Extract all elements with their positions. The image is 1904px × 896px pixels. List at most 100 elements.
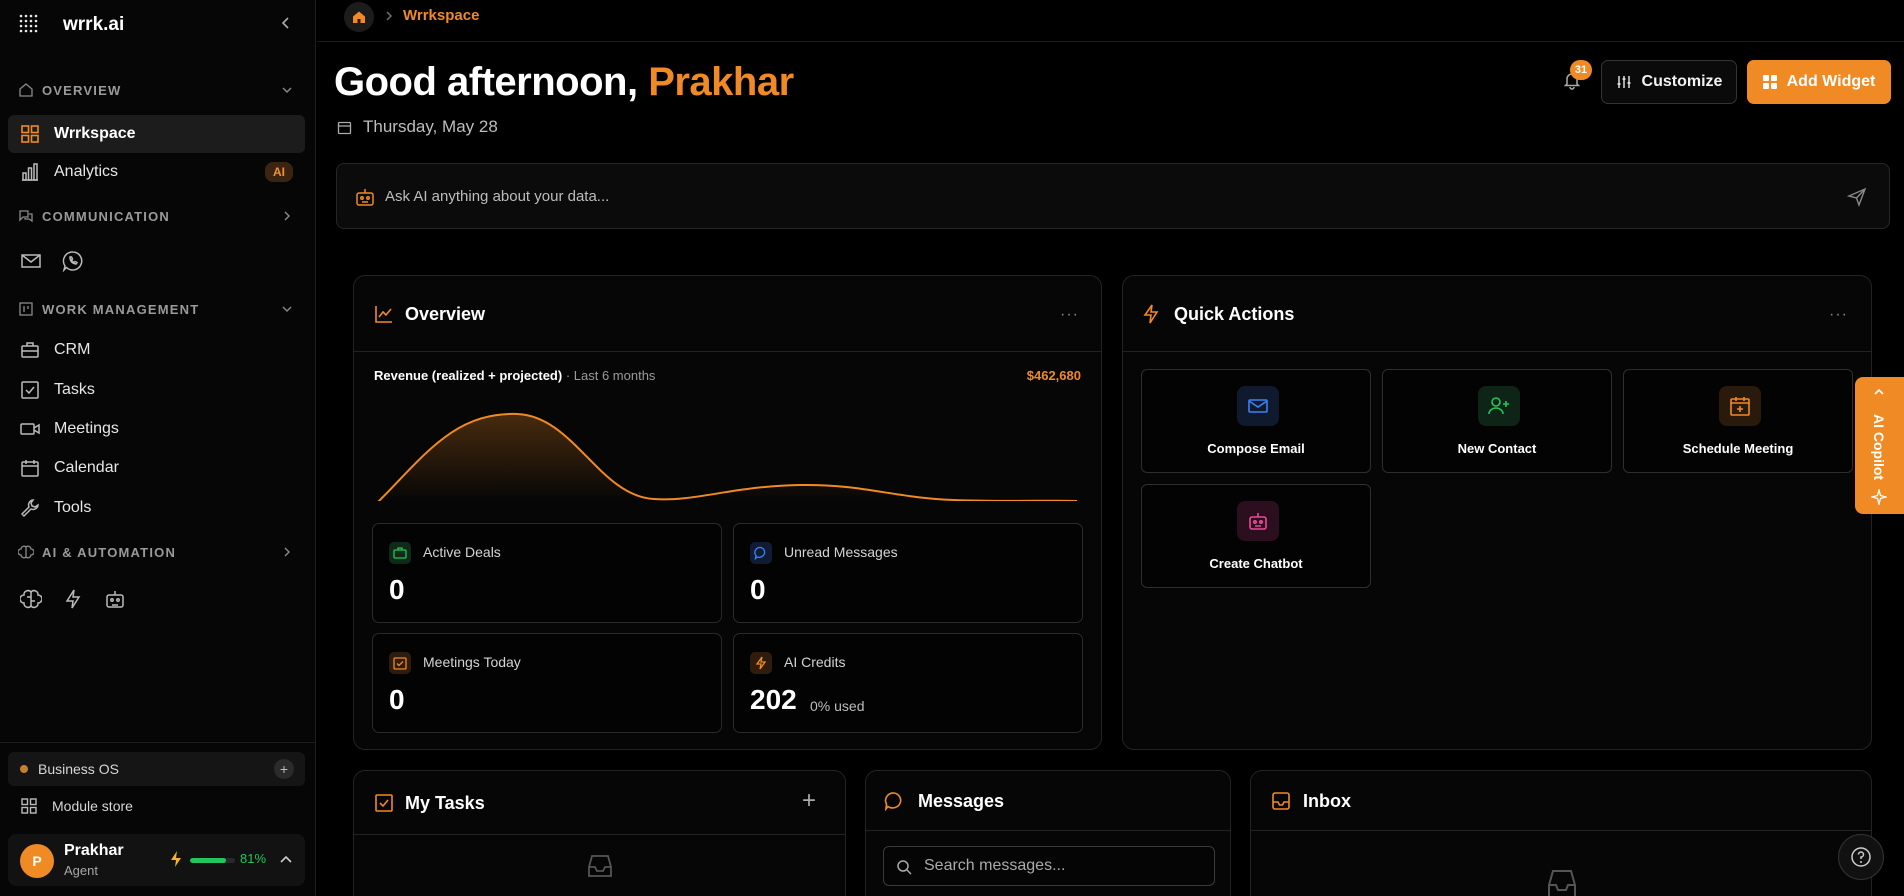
quick-action-label: New Contact (1457, 441, 1537, 456)
bolt-icon (1143, 304, 1159, 324)
module-store-link[interactable]: Module store (20, 796, 133, 816)
business-os-label: Business OS (38, 761, 119, 777)
ai-badge: AI (265, 162, 293, 182)
bolt-icon[interactable] (62, 588, 84, 610)
message-icon (884, 792, 902, 811)
quick-action-compose-email[interactable]: Compose Email (1141, 369, 1371, 473)
sidebar-item-calendar[interactable]: Calendar (8, 449, 305, 487)
section-communication[interactable]: COMMUNICATION (18, 206, 298, 226)
chevron-up-icon[interactable] (278, 852, 294, 868)
sidebar-item-label: Meetings (54, 420, 119, 437)
robot-icon[interactable] (104, 588, 126, 610)
section-work-management-label: WORK MANAGEMENT (42, 301, 200, 317)
overview-card: Overview ··· Revenue (realized + project… (353, 275, 1102, 750)
home-icon (353, 11, 365, 23)
inbox-card: Inbox (1250, 770, 1872, 896)
revenue-area (378, 413, 1077, 501)
sidebar-item-tools[interactable]: Tools (8, 489, 305, 527)
quick-actions-more-button[interactable]: ··· (1829, 306, 1848, 324)
collapse-sidebar-icon[interactable] (278, 15, 294, 31)
inbox-empty-icon (588, 855, 612, 877)
business-os-dot (20, 765, 28, 773)
revenue-sparkline (377, 412, 1078, 501)
stat-value: 0 (389, 574, 405, 605)
mail-icon[interactable] (20, 250, 42, 272)
send-icon[interactable] (1847, 187, 1867, 207)
ai-copilot-label: AI Copilot (1871, 413, 1887, 481)
stat-label: Meetings Today (423, 654, 521, 670)
revenue-total: $462,680 (1026, 368, 1081, 383)
overview-title: Overview (405, 304, 486, 324)
messages-title: Messages (918, 791, 1005, 811)
energy-percent: 81% (240, 851, 267, 866)
sidebar: wrrk.ai OVERVIEW Wrrkspace Analytics AI … (0, 0, 316, 896)
sidebar-item-crm[interactable]: CRM (8, 331, 305, 369)
brain-icon[interactable] (20, 588, 42, 610)
stat-active-deals[interactable]: Active Deals 0 (372, 523, 722, 623)
grid-icon (1762, 75, 1777, 89)
breadcrumb-home-button[interactable] (344, 2, 374, 32)
chevron-down-icon (282, 306, 292, 312)
customize-button[interactable]: Customize (1601, 60, 1737, 104)
add-business-os-button[interactable]: + (274, 759, 294, 779)
quick-action-create-chatbot[interactable]: Create Chatbot (1141, 484, 1371, 588)
sidebar-item-tasks[interactable]: Tasks (8, 371, 305, 409)
video-icon (20, 423, 40, 435)
line-chart-icon (375, 306, 392, 323)
add-widget-button[interactable]: Add Widget (1747, 60, 1891, 104)
quick-action-label: Compose Email (1207, 441, 1305, 456)
greeting-name: Prakhar (648, 60, 794, 104)
stat-ai-credits[interactable]: AI Credits 202 0% used (733, 633, 1083, 733)
inbox-title: Inbox (1303, 791, 1351, 811)
stat-unread-messages[interactable]: Unread Messages 0 (733, 523, 1083, 623)
revenue-period: · Last 6 months (565, 368, 656, 383)
sparkle-icon (1871, 489, 1887, 505)
user-menu[interactable]: P Prakhar Agent 81% (8, 834, 305, 886)
stat-meetings-today[interactable]: Meetings Today 0 (372, 633, 722, 733)
user-name: Prakhar (64, 842, 124, 859)
quick-action-schedule-meeting[interactable]: Schedule Meeting (1623, 369, 1853, 473)
quick-action-new-contact[interactable]: New Contact (1382, 369, 1612, 473)
whatsapp-icon[interactable] (62, 250, 84, 272)
section-work-management[interactable]: WORK MANAGEMENT (18, 299, 298, 319)
ask-ai-input[interactable]: Ask AI anything about your data... (336, 163, 1890, 229)
mail-icon (1237, 386, 1279, 426)
briefcase-icon (389, 542, 411, 564)
breadcrumb: Wrrkspace (317, 0, 1904, 42)
stat-label: Active Deals (423, 544, 501, 560)
quick-actions-title: Quick Actions (1174, 304, 1295, 324)
messages-header: Messages (866, 771, 1230, 831)
home-icon (19, 83, 33, 97)
notification-badge: 31 (1570, 60, 1592, 80)
help-button[interactable] (1838, 834, 1884, 880)
checkbox-icon (375, 794, 393, 812)
business-os-switcher[interactable]: Business OS + (8, 752, 305, 786)
sidebar-item-wrrkspace[interactable]: Wrrkspace (8, 115, 305, 153)
sidebar-item-meetings[interactable]: Meetings (8, 410, 305, 448)
ai-copilot-tab[interactable]: AI Copilot (1855, 377, 1904, 514)
calendar-check-icon (389, 652, 411, 674)
calendar-plus-icon (1719, 386, 1761, 426)
sidebar-item-label: CRM (54, 341, 91, 358)
chevron-right-icon (284, 211, 290, 221)
quick-actions-card: Quick Actions ··· Compose Email New Cont… (1122, 275, 1872, 750)
avatar: P (20, 844, 54, 878)
sidebar-item-analytics[interactable]: Analytics AI (8, 153, 305, 191)
chevron-up-icon (1874, 388, 1884, 395)
section-overview-label: OVERVIEW (42, 82, 122, 98)
section-ai-automation-label: AI & AUTOMATION (42, 544, 177, 560)
grid-icon (21, 798, 37, 814)
quick-action-label: Schedule Meeting (1682, 441, 1794, 456)
chat-icon (19, 210, 33, 223)
robot-icon (356, 189, 374, 206)
breadcrumb-current[interactable]: Wrrkspace (403, 7, 479, 24)
section-overview[interactable]: OVERVIEW (18, 80, 298, 100)
chevron-down-icon (282, 87, 292, 93)
overview-more-button[interactable]: ··· (1060, 306, 1079, 324)
ask-ai-placeholder: Ask AI anything about your data... (385, 188, 610, 205)
add-task-button[interactable]: + (802, 787, 817, 815)
search-messages-input[interactable]: Search messages... (883, 846, 1215, 886)
add-widget-label: Add Widget (1786, 73, 1876, 90)
my-tasks-card: My Tasks + (353, 770, 846, 896)
section-ai-automation[interactable]: AI & AUTOMATION (18, 542, 298, 562)
